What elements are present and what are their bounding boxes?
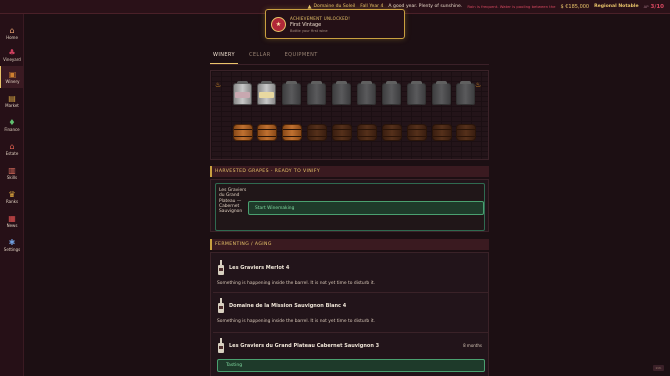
list-item[interactable]: Les Graviers du Grand Plateau Cabernet S…	[213, 335, 488, 376]
tab-winery[interactable]: WINERY	[210, 50, 238, 64]
skills-icon: ▥	[8, 166, 16, 175]
sidebar-item-skills[interactable]: ▥ Skills	[0, 162, 24, 184]
money-display: $ €185,000	[560, 3, 590, 10]
aging-barrel[interactable]	[456, 124, 476, 141]
coin-icon: $	[560, 3, 564, 10]
aging-barrel[interactable]	[307, 124, 327, 141]
toast-title: ACHIEVEMENT UNLOCKED!	[290, 15, 351, 21]
torch-icon: ♨	[215, 81, 222, 89]
torch-icon: ♨	[475, 81, 482, 89]
fermentation-tank[interactable]	[456, 81, 475, 105]
wine-bottle-icon	[218, 298, 224, 313]
harvest-panel: Les Graviers du Grand Plateau — Cabernet…	[210, 179, 489, 232]
wine-status: Something is happening inside the barrel…	[217, 281, 375, 286]
fermentation-tank[interactable]	[233, 81, 252, 105]
fermentation-tank[interactable]	[332, 81, 351, 105]
fermentation-tank[interactable]	[307, 81, 326, 105]
toast-achievement-name: First Vintage	[290, 21, 322, 28]
ferment-panel: Les Graviers Merlot 4 Something is happe…	[210, 252, 489, 376]
sidebar-item-market[interactable]: ▤ Market	[0, 90, 24, 112]
achievement-toast[interactable]: ★ ACHIEVEMENT UNLOCKED! First Vintage Bo…	[265, 9, 405, 39]
aging-barrel[interactable]	[382, 124, 402, 141]
rank-label: Regional Notable	[594, 4, 639, 9]
aging-barrel[interactable]	[432, 124, 452, 141]
wine-status: Something is happening inside the barrel…	[217, 319, 375, 324]
sidebar: ⌂ Home ♣ Vineyard ▣ Winery ▤ Market ♦ Fi…	[0, 14, 24, 376]
fermentation-tank[interactable]	[257, 81, 276, 105]
aging-barrel[interactable]	[233, 124, 253, 141]
tab-equipment[interactable]: EQUIPMENT	[282, 50, 321, 64]
info-badge[interactable]: Info	[653, 365, 664, 371]
sidebar-item-home[interactable]: ⌂ Home	[0, 22, 24, 44]
barrel-icon: ▣	[8, 70, 17, 79]
wine-name: Les Graviers du Grand Plateau Cabernet S…	[229, 343, 380, 349]
gear-icon: ✱	[8, 238, 16, 247]
news-icon: ▦	[8, 214, 16, 223]
vine-icon: ♣	[8, 48, 16, 57]
grape-lot-name: Les Graviers du Grand Plateau — Cabernet…	[219, 188, 247, 215]
fermentation-tank[interactable]	[407, 81, 426, 105]
medal-icon: ★	[271, 16, 286, 32]
aging-barrel[interactable]	[332, 124, 352, 141]
aging-time: 8 months	[463, 343, 482, 348]
ferment-section-title: FERMENTING / AGING	[210, 239, 489, 250]
fermentation-tank[interactable]	[432, 81, 451, 105]
sidebar-item-estate[interactable]: ⌂ Estate	[0, 138, 24, 160]
sidebar-item-finance[interactable]: ♦ Finance	[0, 114, 24, 136]
wine-bottle-icon	[218, 338, 224, 353]
fermentation-tank[interactable]	[382, 81, 401, 105]
tasting-button[interactable]: Tasting	[217, 359, 485, 372]
wine-name: Les Graviers Merlot 4	[229, 265, 290, 271]
sidebar-item-ranks[interactable]: ♛ Ranks	[0, 186, 24, 208]
list-item[interactable]: Les Graviers Merlot 4 Something is happe…	[213, 257, 488, 293]
market-icon: ▤	[8, 94, 16, 103]
aging-barrel[interactable]	[357, 124, 377, 141]
toast-description: Bottle your first wine	[290, 28, 328, 33]
tab-cellar[interactable]: CELLAR	[246, 50, 274, 64]
aging-barrel[interactable]	[282, 124, 302, 141]
sidebar-item-vineyard[interactable]: ♣ Vineyard	[0, 44, 24, 66]
start-winemaking-button[interactable]: Start Winemaking	[248, 201, 484, 215]
sidebar-item-winery[interactable]: ▣ Winery	[0, 66, 24, 88]
harvest-card: Les Graviers du Grand Plateau — Cabernet…	[215, 183, 485, 231]
winery-scene: ♨ ♨	[210, 70, 489, 160]
sidebar-item-settings[interactable]: ✱ Settings	[0, 234, 24, 256]
estate-icon: ⌂	[9, 142, 15, 151]
tab-divider	[210, 64, 489, 65]
aging-barrel[interactable]	[257, 124, 277, 141]
finance-icon: ♦	[8, 118, 16, 127]
tab-bar: WINERY CELLAR EQUIPMENT	[210, 50, 321, 64]
action-points: AP 3/10	[643, 3, 664, 10]
fermentation-tank[interactable]	[282, 81, 301, 105]
home-icon: ⌂	[9, 26, 15, 35]
harvest-section-title: HARVESTED GRAPES - READY TO VINIFY	[210, 166, 489, 177]
aging-barrel[interactable]	[407, 124, 427, 141]
fermentation-tank[interactable]	[357, 81, 376, 105]
list-item[interactable]: Domaine de la Mission Sauvignon Blanc 4 …	[213, 295, 488, 333]
trophy-icon: ♛	[8, 190, 16, 199]
wine-bottle-icon	[218, 260, 224, 275]
sidebar-item-news[interactable]: ▦ News	[0, 210, 24, 232]
wine-name: Domaine de la Mission Sauvignon Blanc 4	[229, 303, 347, 309]
event-text: Rain is frequent. Water is pooling betwe…	[467, 4, 556, 9]
